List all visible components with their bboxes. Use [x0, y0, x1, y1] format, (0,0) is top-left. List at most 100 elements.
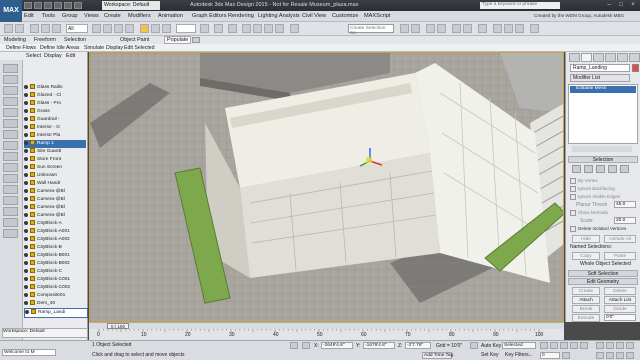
maxscript-listener[interactable]: Welcome to M: [2, 349, 56, 356]
copy-button[interactable]: Copy: [572, 252, 600, 260]
scene-render[interactable]: [90, 53, 564, 322]
divide-button[interactable]: Divide: [604, 305, 636, 313]
add-time-tag-button[interactable]: Add Time Tag: [422, 352, 453, 359]
schematic-view-icon[interactable]: [463, 24, 472, 33]
display-shapes-icon[interactable]: [3, 75, 18, 84]
face-mode-icon[interactable]: [596, 165, 605, 173]
tab-populate[interactable]: Populate: [164, 36, 192, 44]
curve-editor-icon[interactable]: [452, 24, 461, 33]
snaps-toggle-icon[interactable]: [242, 24, 251, 33]
soft-selection-rollout-header[interactable]: Soft Selection: [568, 270, 638, 277]
manipulate-icon[interactable]: [214, 24, 223, 33]
delete-isolated-checkbox[interactable]: Delete Isolated Vertices: [570, 226, 626, 232]
extrude-button[interactable]: Extrude: [572, 314, 600, 322]
layer-manager-icon[interactable]: [437, 24, 446, 33]
menu-modifiers[interactable]: Modifiers: [128, 13, 151, 19]
align-icon[interactable]: [411, 24, 420, 33]
auto-key-button[interactable]: Auto Key: [481, 343, 501, 349]
menu-maxscript[interactable]: MAXScript: [364, 13, 390, 19]
explorer-row[interactable]: CityBlock-B001: [24, 252, 86, 260]
maximize-icon[interactable]: □: [616, 1, 626, 9]
pan-view-icon[interactable]: [606, 352, 614, 359]
percent-snap-icon[interactable]: [264, 24, 273, 33]
unlink-icon[interactable]: [41, 24, 50, 33]
key-mode-dropdown[interactable]: Selected: [502, 342, 536, 349]
selection-rollout-header[interactable]: Selection: [568, 156, 638, 163]
delete-button[interactable]: Delete: [604, 287, 636, 295]
absolute-relative-icon[interactable]: [302, 342, 310, 349]
display-containers-icon[interactable]: [3, 163, 18, 172]
menu-rendering[interactable]: Rendering: [228, 13, 254, 19]
menu-customize[interactable]: Customize: [332, 13, 358, 19]
stack-item-editable-mesh[interactable]: Editable Mesh: [570, 86, 636, 93]
key-filters-button[interactable]: Key Filters...: [505, 352, 533, 358]
select-and-move-icon[interactable]: [140, 24, 149, 33]
tab-freeform[interactable]: Freeform: [34, 37, 56, 43]
selection-set-dropdown[interactable]: Create Selection Se: [348, 24, 394, 36]
select-object-icon[interactable]: [92, 24, 101, 33]
field-of-view-icon[interactable]: [596, 352, 604, 359]
display-spacewarps-icon[interactable]: [3, 119, 18, 128]
project-folder-icon[interactable]: [74, 2, 82, 9]
tab-selection[interactable]: Selection: [64, 37, 86, 43]
close-icon[interactable]: ×: [628, 1, 638, 9]
explorer-menu-select[interactable]: Select: [26, 53, 41, 59]
select-by-name-icon[interactable]: [103, 24, 112, 33]
ignore-visible-edges-checkbox[interactable]: Ignore Visible Edges: [570, 194, 620, 200]
workspace-dropdown[interactable]: Workspace: Default: [102, 1, 160, 10]
motion-tab-icon[interactable]: [605, 53, 616, 62]
search-input[interactable]: Type a keyword or phrase: [480, 2, 560, 9]
explorer-row[interactable]: Interior Pla: [24, 132, 86, 140]
explorer-row[interactable]: Store Front: [24, 156, 86, 164]
create-button[interactable]: Create: [572, 287, 600, 295]
tab-modeling[interactable]: Modeling: [4, 37, 26, 43]
menu-civil-view[interactable]: Civil View: [302, 13, 326, 19]
keyboard-shortcut-icon[interactable]: [228, 24, 237, 33]
select-and-scale-icon[interactable]: [162, 24, 171, 33]
scale-spinner[interactable]: 20.0: [614, 217, 636, 224]
display-lights-icon[interactable]: [3, 86, 18, 95]
explorer-row[interactable]: CityBlock-A001: [24, 228, 86, 236]
mirror-icon[interactable]: [400, 24, 409, 33]
sync-selection-icon[interactable]: [3, 229, 18, 238]
menu-create[interactable]: Create: [104, 13, 121, 19]
explorer-row[interactable]: Grass: [24, 108, 86, 116]
explorer-row[interactable]: CityBlock-A: [24, 220, 86, 228]
explorer-row-active[interactable]: Ramp_Landi: [24, 308, 88, 318]
explorer-row[interactable]: CityBlock-C002: [24, 284, 86, 292]
explorer-row[interactable]: Composite01: [24, 292, 86, 300]
display-groups-icon[interactable]: [3, 130, 18, 139]
play-icon[interactable]: [560, 342, 568, 349]
set-key-button[interactable]: Set Key: [481, 352, 499, 358]
menu-lighting-analysis[interactable]: Lighting Analysis: [258, 13, 300, 19]
bind-space-warp-icon[interactable]: [52, 24, 61, 33]
link-icon[interactable]: [30, 24, 39, 33]
zoom-icon[interactable]: [596, 342, 604, 349]
panel-define-idle-areas[interactable]: Define Idle Areas: [40, 45, 80, 51]
orbit-icon[interactable]: [616, 352, 624, 359]
tab-object-paint[interactable]: Object Paint: [120, 37, 149, 43]
menu-tools[interactable]: Tools: [42, 13, 55, 19]
display-frozen-icon[interactable]: [3, 174, 18, 183]
redo-icon[interactable]: [15, 24, 24, 33]
redo-icon[interactable]: [64, 2, 72, 9]
ribbon-toggle-icon[interactable]: [192, 37, 200, 43]
undo-icon[interactable]: [54, 2, 62, 9]
element-mode-icon[interactable]: [620, 165, 629, 173]
render-setup-icon[interactable]: [493, 24, 502, 33]
current-frame-field[interactable]: 0: [540, 352, 560, 359]
explorer-row[interactable]: Guardrail -: [24, 116, 86, 124]
scene-explorer-icon[interactable]: [426, 24, 435, 33]
explorer-workspace-dropdown[interactable]: Workspace: Default: [2, 328, 88, 338]
display-none-icon[interactable]: [3, 207, 18, 216]
explorer-row[interactable]: Glass Railin: [24, 84, 86, 92]
display-helpers-icon[interactable]: [3, 108, 18, 117]
zoom-extents-icon[interactable]: [616, 342, 624, 349]
show-normals-checkbox[interactable]: Show Normals: [570, 210, 608, 216]
display-invert-icon[interactable]: [3, 218, 18, 227]
display-tab-icon[interactable]: [617, 53, 628, 62]
next-frame-icon[interactable]: [570, 342, 578, 349]
explorer-row[interactable]: Dem_40: [24, 300, 86, 308]
object-color-swatch[interactable]: [632, 64, 639, 72]
explorer-row[interactable]: Unknown: [24, 172, 86, 180]
